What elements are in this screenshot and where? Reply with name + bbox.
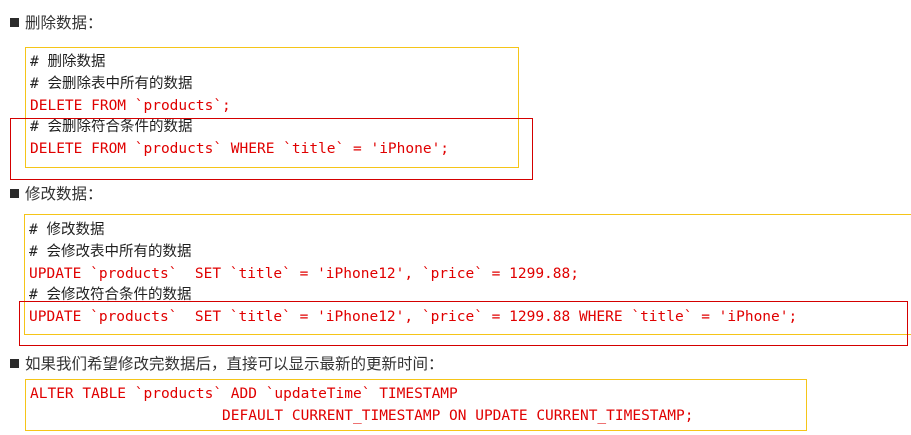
code-line: ALTER TABLE `products` ADD `updateTime` …: [30, 386, 458, 402]
heading-text: 修改数据：: [25, 185, 103, 203]
code-block-alter-table: ALTER TABLE `products` ADD `updateTime` …: [25, 379, 807, 431]
code-line: # 会删除表中所有的数据: [30, 76, 193, 92]
bullet-square-icon: [10, 17, 19, 27]
code-line: UPDATE `products` SET `title` = 'iPhone1…: [29, 266, 579, 282]
code-block-delete: # 删除数据 # 会删除表中所有的数据 DELETE FROM `product…: [25, 47, 519, 168]
code-line: DELETE FROM `products` WHERE `title` = '…: [30, 141, 450, 157]
bullet-square-icon: [10, 188, 19, 198]
heading-text: 删除数据：: [25, 14, 103, 32]
code-line: UPDATE `products` SET `title` = 'iPhone1…: [29, 309, 798, 325]
section-heading-delete: 删除数据：: [10, 11, 103, 33]
code-line: DELETE FROM `products`;: [30, 98, 231, 114]
code-line: DEFAULT CURRENT_TIMESTAMP ON UPDATE CURR…: [30, 408, 694, 424]
code-line: # 修改数据: [29, 222, 105, 238]
bullet-square-icon: [10, 358, 19, 368]
code-line: # 会修改表中所有的数据: [29, 244, 192, 260]
code-block-update: # 修改数据 # 会修改表中所有的数据 UPDATE `products` SE…: [24, 214, 911, 335]
heading-text: 如果我们希望修改完数据后，直接可以显示最新的更新时间：: [25, 355, 444, 373]
section-heading-update: 修改数据：: [10, 182, 103, 204]
code-line: # 删除数据: [30, 54, 106, 70]
section-heading-update-time: 如果我们希望修改完数据后，直接可以显示最新的更新时间：: [10, 352, 444, 374]
code-line: # 会删除符合条件的数据: [30, 119, 193, 135]
code-line: # 会修改符合条件的数据: [29, 287, 192, 303]
